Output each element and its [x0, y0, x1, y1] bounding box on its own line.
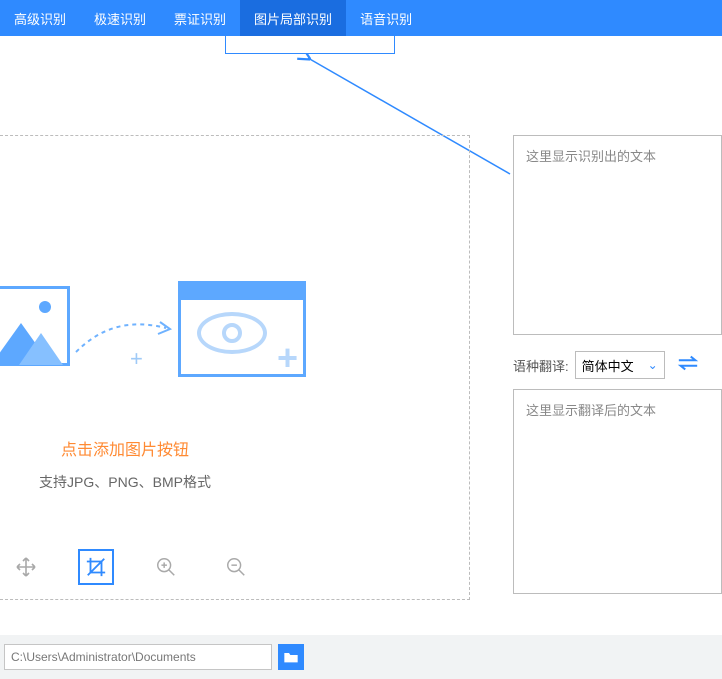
recognized-text-box[interactable]: 这里显示识别出的文本 [513, 135, 722, 335]
plus-icon: + [130, 346, 143, 372]
crop-icon [85, 556, 107, 578]
swap-languages-button[interactable] [677, 354, 699, 377]
open-folder-button[interactable] [278, 644, 304, 670]
tab-image-region-ocr[interactable]: 图片局部识别 [240, 0, 346, 36]
crop-tool-button[interactable] [78, 549, 114, 585]
bottom-bar [0, 635, 722, 679]
language-selected-value: 简体中文 [582, 356, 634, 375]
main-area: + + 点击添加图片按钮 支持JPG、PNG、BMP格式 [0, 135, 722, 600]
supported-formats-label: 支持JPG、PNG、BMP格式 [0, 472, 250, 492]
zoom-out-button[interactable] [218, 549, 254, 585]
zoom-in-button[interactable] [148, 549, 184, 585]
translate-row: 语种翻译: 简体中文 ⌄ [513, 351, 722, 379]
annotation-highlight-box [225, 36, 395, 54]
image-toolbar [0, 535, 254, 599]
tab-voice-ocr[interactable]: 语音识别 [346, 0, 426, 36]
dashed-arrow-icon [74, 314, 174, 364]
add-image-button[interactable]: 点击添加图片按钮 [0, 436, 250, 460]
tab-advanced-ocr[interactable]: 高级识别 [0, 0, 80, 36]
chevron-down-icon: ⌄ [648, 358, 658, 372]
top-tabs: 高级识别 极速识别 票证识别 图片局部识别 语音识别 [0, 0, 722, 36]
language-select[interactable]: 简体中文 ⌄ [575, 351, 665, 379]
zoom-in-icon [155, 556, 177, 578]
illustration: + + [0, 286, 320, 396]
right-column: 这里显示识别出的文本 语种翻译: 简体中文 ⌄ 这里显示翻译后的文本 [513, 135, 722, 600]
zoom-out-icon [225, 556, 247, 578]
tab-ticket-ocr[interactable]: 票证识别 [160, 0, 240, 36]
image-drop-panel: + + 点击添加图片按钮 支持JPG、PNG、BMP格式 [0, 135, 470, 600]
tab-fast-ocr[interactable]: 极速识别 [80, 0, 160, 36]
output-path-input[interactable] [4, 644, 272, 670]
image-tile-icon [0, 286, 70, 366]
preview-tile-icon: + [178, 281, 306, 377]
move-icon [14, 555, 38, 579]
swap-icon [677, 355, 699, 371]
translated-text-box[interactable]: 这里显示翻译后的文本 [513, 389, 722, 594]
move-tool-button[interactable] [8, 549, 44, 585]
translate-label: 语种翻译: [513, 356, 569, 375]
folder-icon [283, 650, 299, 664]
